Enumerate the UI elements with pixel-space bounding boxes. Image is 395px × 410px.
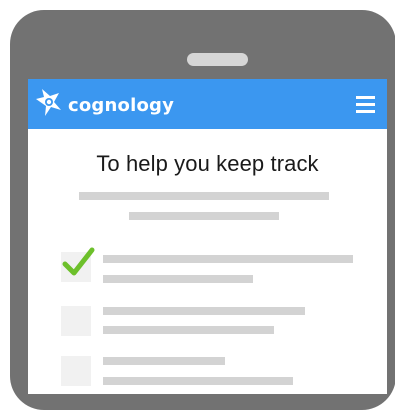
checklist-checkbox[interactable] — [61, 306, 91, 336]
phone-screen: cognology To help you keep track — [28, 79, 387, 394]
checklist-checkbox[interactable] — [61, 356, 91, 386]
brand-logo[interactable]: cognology — [33, 88, 174, 120]
checklist-checkbox-checked[interactable] — [61, 247, 95, 282]
brand-name: cognology — [68, 95, 175, 116]
checklist-item-line — [103, 357, 225, 365]
cognology-logo-icon — [36, 89, 61, 116]
checklist-item-line — [103, 377, 293, 385]
checklist-item-line — [103, 326, 274, 334]
speaker-slot — [187, 53, 248, 66]
page-title: To help you keep track — [96, 151, 319, 176]
hamburger-menu-icon[interactable] — [356, 96, 375, 113]
checkmark-icon — [62, 247, 95, 276]
checklist-item-line — [103, 255, 353, 263]
checklist-item-line — [103, 275, 253, 283]
subtitle-placeholder-line — [79, 192, 329, 200]
subtitle-placeholder-line — [129, 212, 279, 220]
app-header: cognology — [28, 79, 387, 129]
checklist-item-line — [103, 307, 305, 315]
